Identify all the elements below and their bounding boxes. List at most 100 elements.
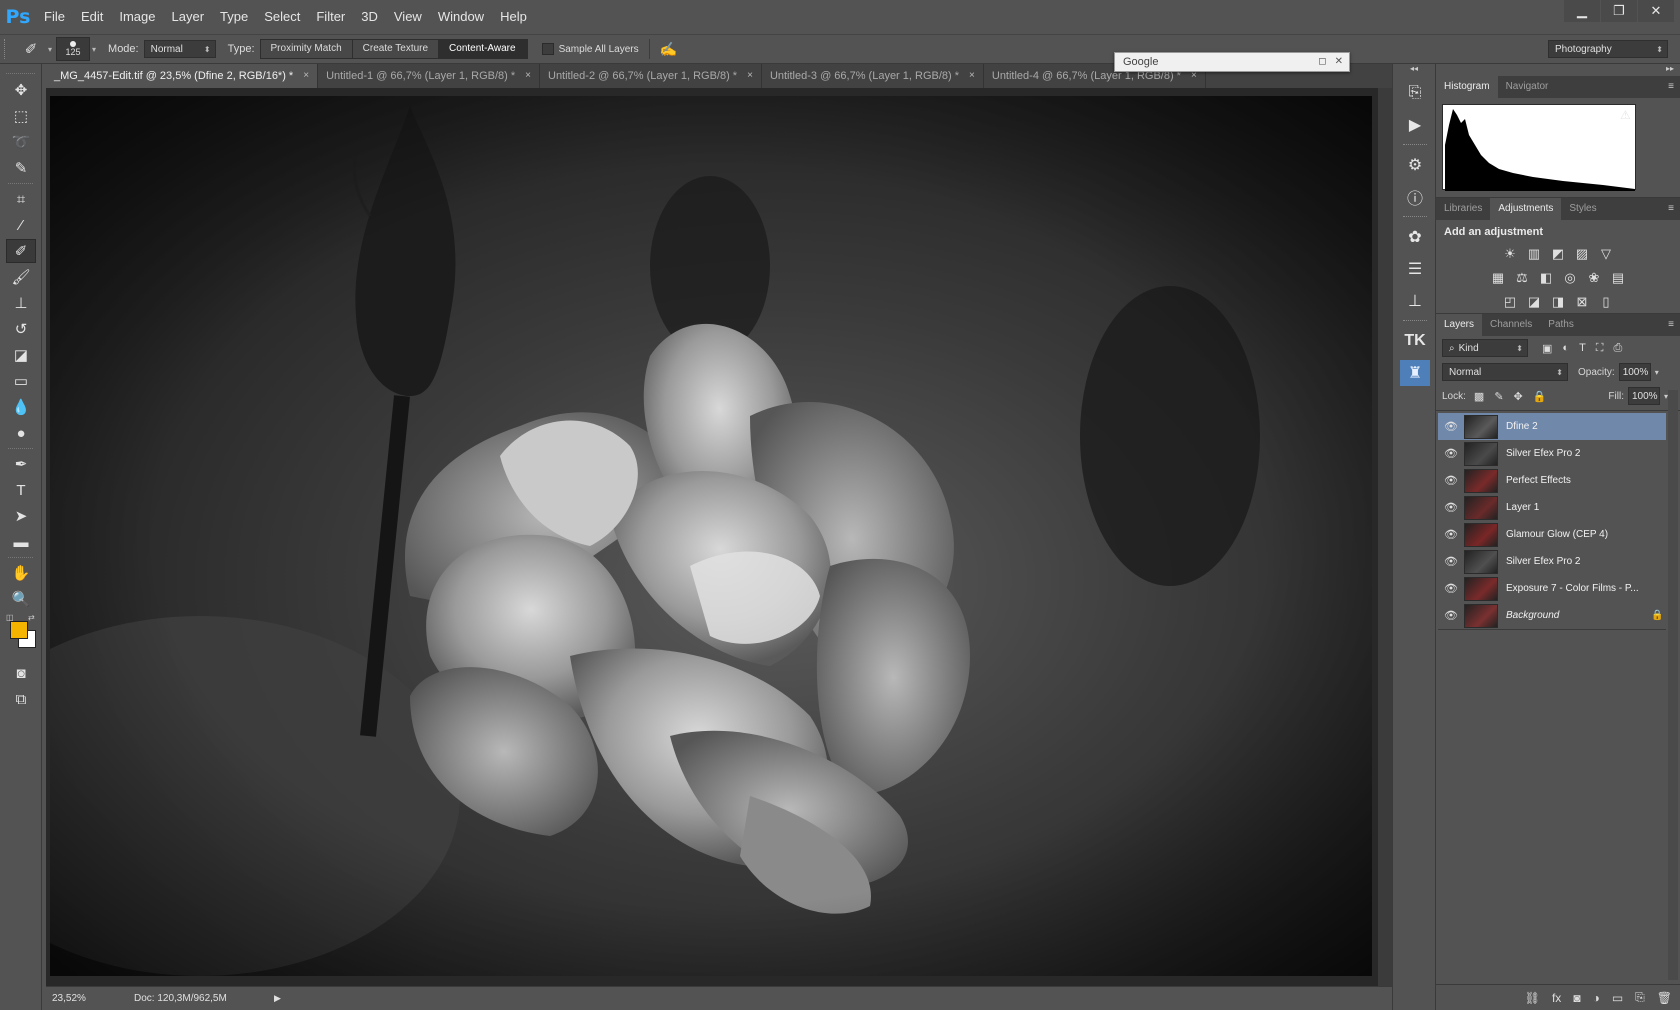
lasso-tool-icon[interactable]: ➰	[6, 130, 36, 154]
menu-file[interactable]: File	[36, 0, 73, 34]
layer-row[interactable]: 👁 Layer 1	[1438, 494, 1666, 522]
layer-row[interactable]: 👁 Perfect Effects	[1438, 467, 1666, 495]
crop-tool-icon[interactable]: ⌗	[6, 187, 36, 211]
panel-tab-navigator[interactable]: Navigator	[1498, 76, 1557, 98]
type-option-create-texture[interactable]: Create Texture	[352, 40, 440, 58]
visibility-eye-icon[interactable]: 👁	[1438, 447, 1464, 460]
layer-row[interactable]: 👁 Exposure 7 - Color Films - P...	[1438, 575, 1666, 603]
tab-close-icon[interactable]: ×	[303, 64, 309, 88]
document-tab[interactable]: _MG_4457-Edit.tif @ 23,5% (Dfine 2, RGB/…	[46, 64, 319, 88]
layer-row[interactable]: 👁 Glamour Glow (CEP 4)	[1438, 521, 1666, 549]
adjustment-icon[interactable]: ◪	[1525, 294, 1543, 310]
menu-image[interactable]: Image	[111, 0, 163, 34]
status-menu-arrow-icon[interactable]: ▶	[274, 993, 281, 1004]
doc-size-info[interactable]: Doc: 120,3M/962,5M	[134, 993, 284, 1004]
layer-filter-icon[interactable]: ▣	[1542, 342, 1552, 355]
blend-mode-select[interactable]: Normal ⬍	[1442, 363, 1568, 381]
google-panel-close-icon[interactable]: ✕	[1335, 56, 1343, 67]
panel-menu-icon[interactable]: ≡	[1668, 81, 1674, 92]
menu-window[interactable]: Window	[430, 0, 492, 34]
document-tab[interactable]: Untitled-3 @ 66,7% (Layer 1, RGB/8) * ×	[761, 64, 984, 88]
history-icon[interactable]: ⎘	[1400, 80, 1430, 106]
panel-tab-layers[interactable]: Layers	[1436, 314, 1483, 336]
quick-select-tool-icon[interactable]: ✎	[6, 156, 36, 180]
blur-tool-icon[interactable]: 💧	[6, 395, 36, 419]
menu-type[interactable]: Type	[212, 0, 256, 34]
panel-menu-icon[interactable]: ≡	[1668, 319, 1674, 330]
visibility-eye-icon[interactable]: 👁	[1438, 555, 1464, 568]
adjustment-icon[interactable]: ◰	[1501, 294, 1519, 310]
new-layer-icon[interactable]: ⎘	[1635, 990, 1645, 1005]
add-mask-icon[interactable]: ◙	[1573, 991, 1580, 1005]
layer-filter-icon[interactable]: T	[1579, 342, 1586, 355]
healing-brush-tool-icon[interactable]: ✐	[6, 239, 36, 263]
toolbar-grip[interactable]	[6, 66, 35, 74]
panel-tab-styles[interactable]: Styles	[1561, 198, 1604, 220]
type-option-proximity-match[interactable]: Proximity Match	[260, 40, 353, 58]
adjustment-icon[interactable]: ⊠	[1573, 294, 1591, 310]
minimize-button[interactable]: ▁	[1564, 0, 1600, 22]
panel-tab-adjustments[interactable]: Adjustments	[1490, 198, 1562, 220]
type-option-content-aware[interactable]: Content-Aware	[439, 40, 527, 58]
adjustment-icon[interactable]: ⚖	[1513, 270, 1531, 286]
layer-filter-icon[interactable]: ⎙	[1614, 342, 1623, 355]
brush-presets-icon[interactable]: ✿	[1400, 224, 1430, 250]
hand-tool-icon[interactable]: ✋	[6, 561, 36, 585]
tk-panel-icon[interactable]: TK	[1400, 328, 1430, 354]
adjustment-icon[interactable]: ☀	[1501, 246, 1519, 262]
vertical-scrollbar[interactable]	[1378, 88, 1392, 986]
layer-row[interactable]: 👁 Silver Efex Pro 2	[1438, 440, 1666, 468]
type-tool-icon[interactable]: T	[6, 478, 36, 502]
menu-view[interactable]: View	[386, 0, 430, 34]
tab-close-icon[interactable]: ×	[969, 64, 975, 88]
adjustment-icon[interactable]: ▯	[1597, 294, 1615, 310]
adjustment-icon[interactable]: ▦	[1489, 270, 1507, 286]
adjustment-icon[interactable]: ▤	[1609, 270, 1627, 286]
zoom-tool-icon[interactable]: 🔍	[6, 587, 36, 611]
gradient-tool-icon[interactable]: ▭	[6, 369, 36, 393]
canvas-area[interactable]	[46, 88, 1392, 986]
tool-preset-icon[interactable]: ✐	[16, 37, 46, 61]
close-button[interactable]: ✕	[1638, 0, 1674, 22]
adjustment-layer-icon[interactable]: ◑	[1593, 991, 1600, 1005]
document-tab[interactable]: Untitled-1 @ 66,7% (Layer 1, RGB/8) * ×	[318, 64, 540, 88]
clone-source-icon[interactable]: ⊥	[1400, 288, 1430, 314]
menu-filter[interactable]: Filter	[308, 0, 353, 34]
lock-option-icon[interactable]: ▩	[1474, 390, 1484, 403]
panel-tab-histogram[interactable]: Histogram	[1436, 76, 1498, 98]
google-floating-panel[interactable]: Google ◻ ✕	[1114, 52, 1350, 72]
opacity-input[interactable]: 100%	[1618, 363, 1651, 381]
panel-tab-channels[interactable]: Channels	[1482, 314, 1540, 336]
google-panel-collapse-icon[interactable]: ◻	[1318, 56, 1326, 67]
cache-warning-icon[interactable]: ⚠	[1620, 108, 1631, 122]
restore-button[interactable]: ❐	[1601, 0, 1637, 22]
link-layers-icon[interactable]: ⛓	[1525, 991, 1540, 1005]
layer-row[interactable]: 👁 Dfine 2	[1438, 413, 1666, 441]
layer-kind-filter[interactable]: ⌕ Kind ⬍	[1442, 339, 1528, 357]
lock-option-icon[interactable]: ✥	[1514, 390, 1523, 403]
workspace-select[interactable]: Photography ⬍	[1548, 40, 1668, 58]
tab-close-icon[interactable]: ×	[525, 64, 531, 88]
panel-menu-icon[interactable]: ≡	[1668, 203, 1674, 214]
expand-panels-icon[interactable]: ▸▸	[1436, 64, 1680, 76]
collapse-dock-icon[interactable]: ◂◂	[1393, 64, 1435, 74]
brush-size-picker[interactable]: 125	[56, 37, 91, 61]
shape-tool-icon[interactable]: ▬	[6, 530, 36, 554]
plugin-panel-icon[interactable]: ♜	[1400, 360, 1430, 386]
brush-tool-icon[interactable]: 🖌	[6, 265, 36, 289]
quick-mask-icon[interactable]: ◙	[6, 661, 36, 685]
menu-layer[interactable]: Layer	[164, 0, 213, 34]
visibility-eye-icon[interactable]: 👁	[1438, 420, 1464, 433]
mode-select[interactable]: Normal ⬍	[143, 40, 216, 58]
lock-option-icon[interactable]: ✎	[1494, 390, 1503, 403]
document-tab[interactable]: Untitled-2 @ 66,7% (Layer 1, RGB/8) * ×	[540, 64, 762, 88]
pressure-size-icon[interactable]: ✍	[660, 41, 677, 58]
sample-all-layers-checkbox[interactable]	[541, 43, 554, 55]
foreground-color-swatch[interactable]	[10, 621, 28, 639]
adjustment-icon[interactable]: ◨	[1549, 294, 1567, 310]
layer-row[interactable]: 👁 Background 🔒	[1438, 602, 1666, 630]
adjust-sliders-icon[interactable]: ☰	[1400, 256, 1430, 282]
delete-layer-icon[interactable]: 🗑	[1657, 991, 1672, 1005]
eyedropper-tool-icon[interactable]: ⁄	[6, 213, 36, 237]
document-image[interactable]	[50, 96, 1372, 976]
